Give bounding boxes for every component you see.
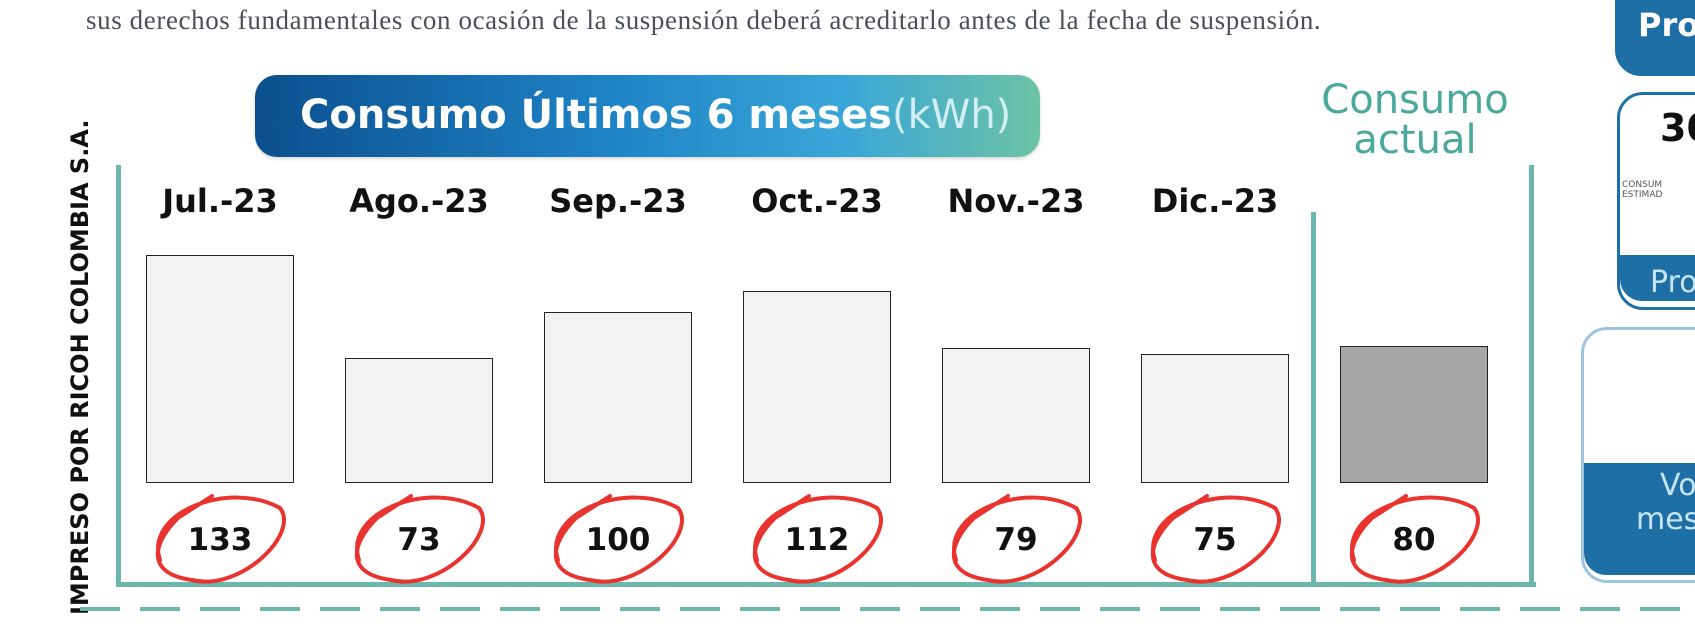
right-panel-footer-line2: mes xyxy=(1636,502,1695,537)
right-panel-number: 30 xyxy=(1660,106,1695,150)
right-panel-small-text: CONSUM ESTIMAD xyxy=(1622,180,1663,200)
right-panel-footer-line1: Vo xyxy=(1660,468,1695,503)
right-panel-mid-label: Pro xyxy=(1650,265,1695,300)
right-panel-top-label: Pro xyxy=(1638,6,1695,44)
dashed-separator xyxy=(80,607,1695,611)
